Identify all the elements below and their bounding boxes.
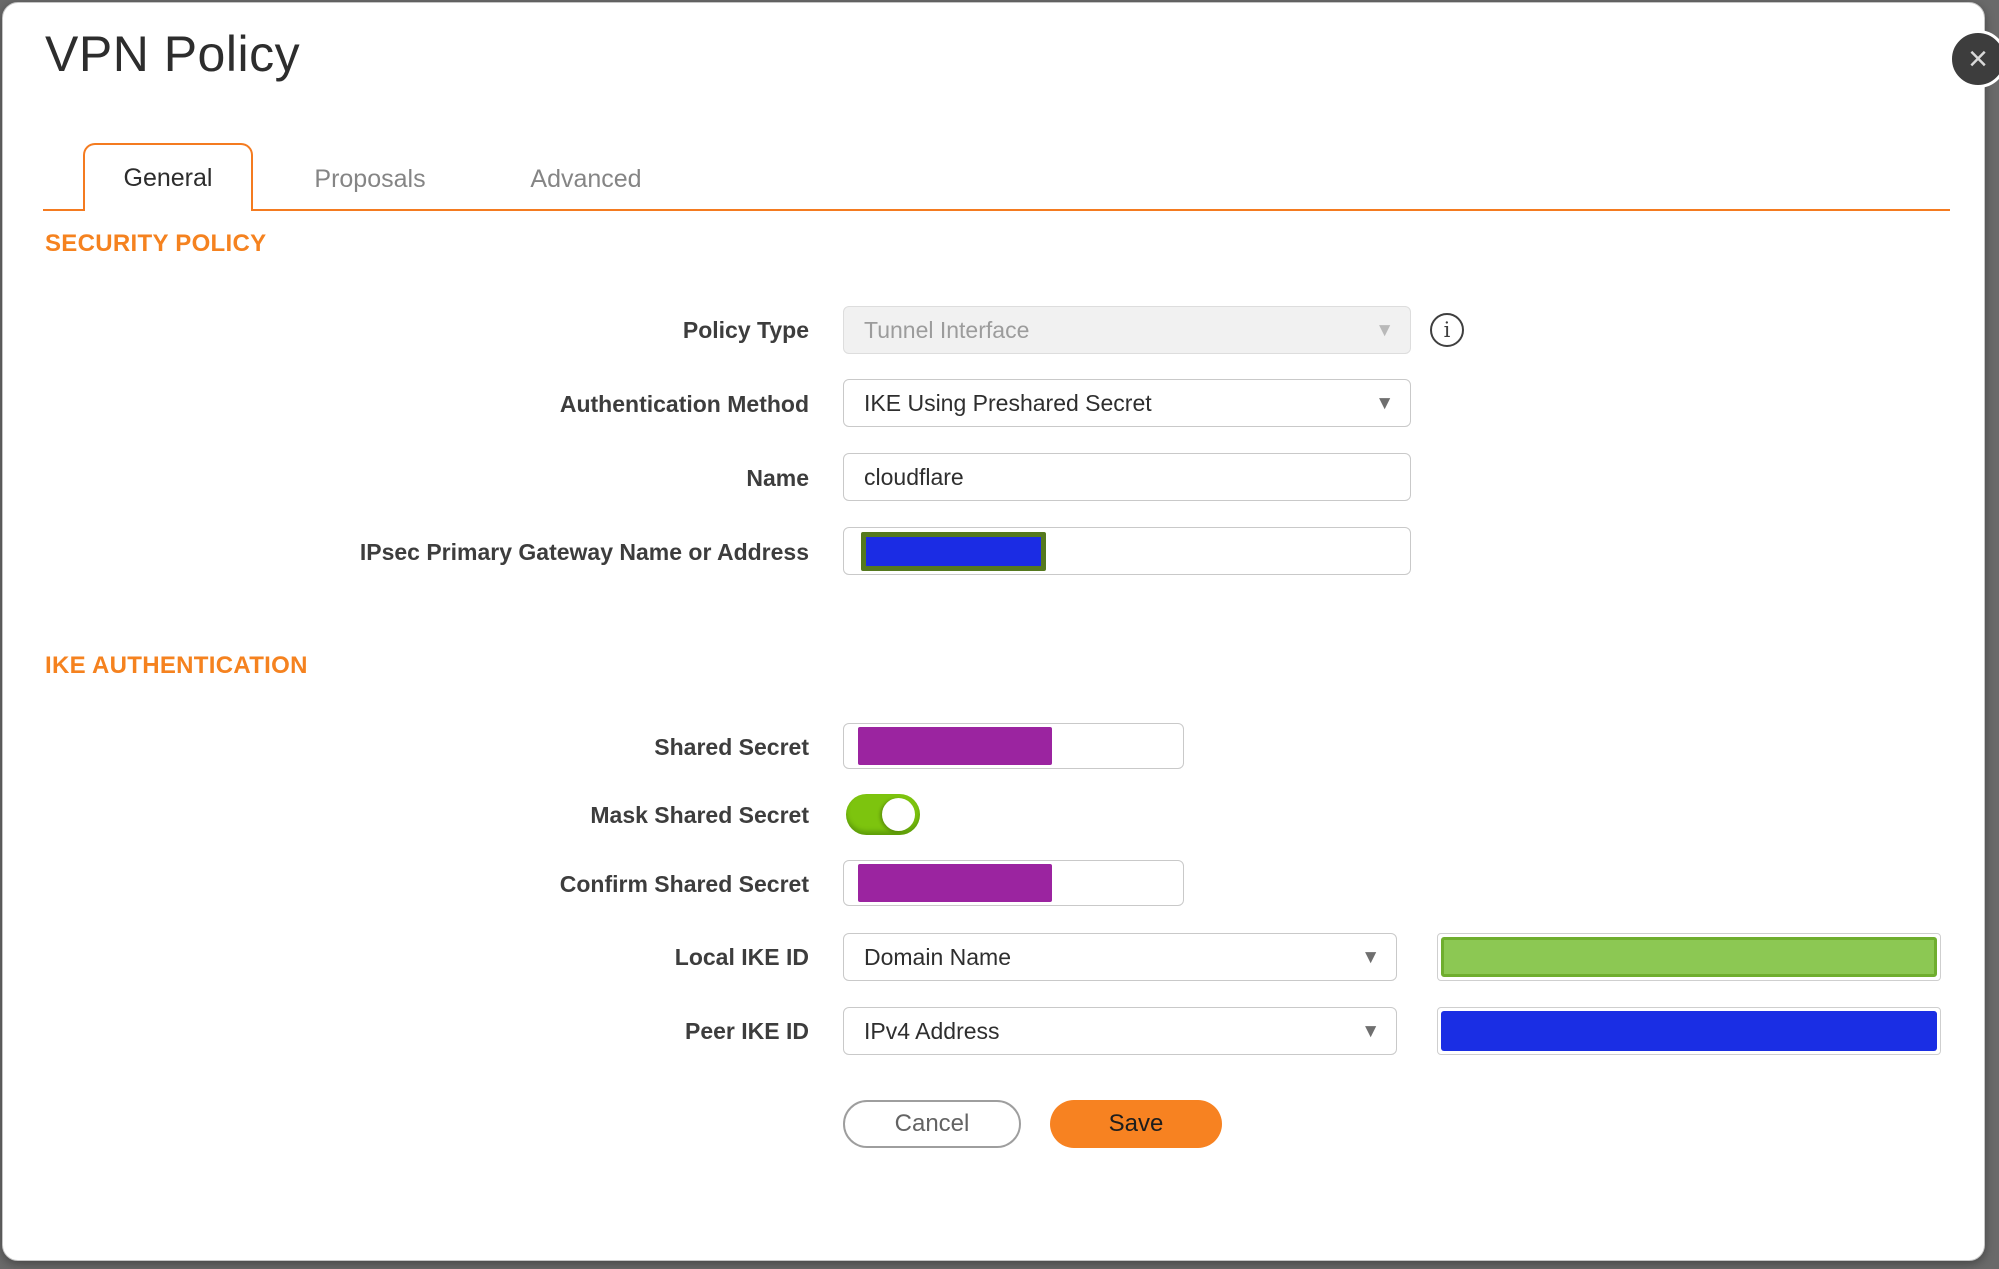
peer-ike-id-value: IPv4 Address [864,1017,1000,1044]
shared-secret-label: Shared Secret [654,734,809,760]
close-button[interactable]: × [1949,30,1999,88]
confirm-shared-secret-input[interactable] [843,860,1184,906]
info-icon[interactable]: i [1430,313,1464,347]
toggle-knob [882,798,915,831]
section-heading-security-policy: SECURITY POLICY [45,230,267,257]
tab-advanced[interactable]: Advanced [524,165,648,194]
peer-ike-id-redaction-block [1441,1011,1937,1051]
shared-secret-redaction-block [858,727,1052,765]
mask-shared-secret-label: Mask Shared Secret [590,802,809,828]
cancel-button[interactable]: Cancel [843,1100,1021,1148]
local-ike-id-value: Domain Name [864,943,1011,970]
authentication-method-select[interactable]: IKE Using Preshared Secret ▼ [843,379,1411,427]
save-button[interactable]: Save [1050,1100,1222,1148]
local-ike-id-redaction-block [1441,937,1937,977]
confirm-shared-secret-label: Confirm Shared Secret [559,871,809,897]
vpn-policy-dialog: VPN Policy General Proposals Advanced SE… [2,2,1985,1261]
authentication-method-label: Authentication Method [559,391,809,417]
name-input[interactable]: cloudflare [843,453,1411,501]
info-icon-glyph: i [1443,318,1451,342]
peer-ike-id-value-input[interactable] [1437,1007,1941,1055]
page-title: VPN Policy [45,26,301,82]
name-label: Name [746,465,809,491]
section-heading-ike-authentication: IKE AUTHENTICATION [45,652,308,679]
local-ike-id-label: Local IKE ID [674,944,809,970]
authentication-method-value: IKE Using Preshared Secret [864,389,1152,416]
chevron-down-icon: ▼ [1361,946,1380,968]
peer-ike-id-label: Peer IKE ID [685,1018,809,1044]
tab-proposals[interactable]: Proposals [310,165,430,194]
confirm-shared-secret-redaction-block [858,864,1052,902]
tabbar-underline [43,209,1950,211]
mask-shared-secret-toggle[interactable] [846,794,920,835]
tab-general[interactable]: General [83,143,253,211]
chevron-down-icon: ▼ [1361,1020,1380,1042]
local-ike-id-select[interactable]: Domain Name ▼ [843,933,1397,981]
chevron-down-icon: ▼ [1375,319,1394,341]
chevron-down-icon: ▼ [1375,392,1394,414]
peer-ike-id-select[interactable]: IPv4 Address ▼ [843,1007,1397,1055]
policy-type-value: Tunnel Interface [864,316,1030,343]
policy-type-select: Tunnel Interface ▼ [843,306,1411,354]
name-input-value: cloudflare [864,463,964,490]
policy-type-label: Policy Type [682,317,809,343]
local-ike-id-value-input[interactable] [1437,933,1941,981]
tab-general-label: General [123,163,213,192]
gateway-input[interactable] [843,527,1411,575]
gateway-redaction-block [861,532,1046,571]
close-icon: × [1968,40,1988,78]
shared-secret-input[interactable] [843,723,1184,769]
gateway-label: IPsec Primary Gateway Name or Address [359,539,809,565]
